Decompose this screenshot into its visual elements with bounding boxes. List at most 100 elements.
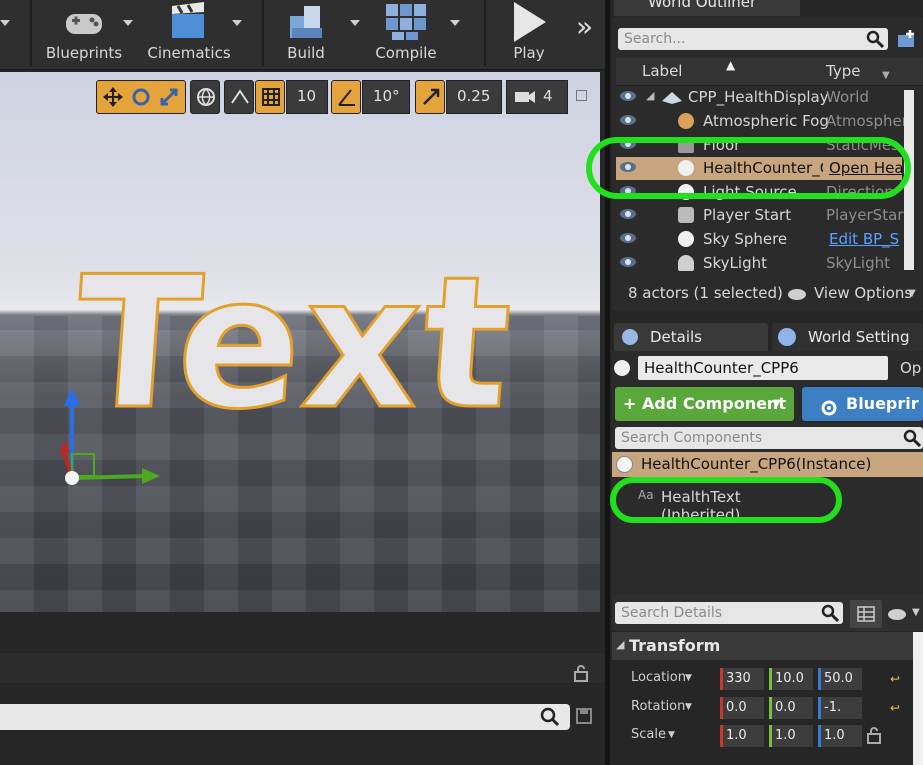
- blueprints-button[interactable]: Blueprints: [42, 0, 126, 70]
- visibility-eye-icon[interactable]: [620, 115, 636, 125]
- dropdown-arrow-icon[interactable]: [0, 20, 10, 26]
- play-button[interactable]: Play: [496, 0, 562, 70]
- compile-button[interactable]: Compile: [368, 0, 444, 70]
- rotation-z-field[interactable]: -1.: [818, 697, 862, 719]
- blueprint-button[interactable]: Blueprir: [802, 387, 923, 421]
- label-column-header[interactable]: Label: [642, 62, 682, 80]
- tab-world-outliner[interactable]: World Outliner: [614, 0, 800, 16]
- world-settings-icon: [778, 328, 796, 346]
- surface-snap-button[interactable]: [224, 80, 254, 114]
- scale-z-field[interactable]: 1.0: [818, 725, 862, 747]
- build-dropdown-icon[interactable]: [350, 20, 360, 26]
- scale-snap-toggle[interactable]: [415, 80, 445, 114]
- chevron-down-icon[interactable]: ▼: [685, 702, 692, 712]
- player-start-icon: [678, 207, 694, 223]
- cinematics-button[interactable]: Cinematics: [146, 0, 232, 70]
- chevron-down-icon[interactable]: ▼: [668, 730, 675, 740]
- content-search-input[interactable]: [0, 704, 570, 730]
- outliner-row[interactable]: Atmospheric Fog Atmospher: [616, 110, 908, 133]
- cinematics-dropdown-icon[interactable]: [232, 20, 242, 26]
- location-label[interactable]: Location: [631, 670, 686, 685]
- outliner-row[interactable]: Player Start PlayerStart: [616, 204, 909, 227]
- component-instance-label: HealthCounter_CPP6(Instance): [641, 455, 872, 473]
- rotate-tool-icon[interactable]: [131, 87, 151, 107]
- outliner-row[interactable]: ◢ CPP_HealthDisplay World: [616, 86, 902, 109]
- visibility-eye-icon[interactable]: [620, 233, 636, 243]
- eye-icon: [888, 609, 906, 620]
- reset-rotation-icon[interactable]: ↩: [890, 701, 900, 715]
- transform-tools-group: [96, 80, 186, 114]
- compile-dropdown-icon[interactable]: [450, 20, 460, 26]
- maximize-viewport-icon[interactable]: [576, 90, 587, 101]
- more-toolbar-button[interactable]: »: [576, 10, 593, 43]
- camera-speed-dropdown[interactable]: 4: [506, 80, 568, 114]
- scale-tool-icon[interactable]: [159, 87, 179, 107]
- level-viewport[interactable]: 10 10° 0.25 4 Text: [0, 72, 600, 612]
- location-x-field[interactable]: 330: [720, 668, 764, 690]
- skylight-icon: [678, 255, 694, 271]
- scale-y-field[interactable]: 1.0: [769, 725, 813, 747]
- blueprints-dropdown-icon[interactable]: [123, 20, 133, 26]
- location-y-field[interactable]: 10.0: [769, 668, 813, 690]
- table-icon: [857, 606, 875, 622]
- details-scrollbar[interactable]: [913, 632, 923, 765]
- atmospheric-fog-icon: [678, 113, 694, 129]
- lock-scale-icon[interactable]: [866, 726, 882, 744]
- outliner-row-type: World: [826, 88, 869, 106]
- reset-location-icon[interactable]: ↩: [890, 672, 900, 686]
- outliner-search-input[interactable]: Search...: [618, 28, 888, 50]
- edit-blueprint-link[interactable]: Edit BP_S: [829, 230, 899, 248]
- transform-gizmo[interactable]: [56, 382, 166, 492]
- expand-arrow-icon[interactable]: ◢: [646, 89, 654, 102]
- outliner-row-name: SkyLight: [703, 254, 767, 272]
- sky-sphere-icon: [678, 231, 694, 247]
- outliner-row-type: Atmospher: [826, 112, 908, 130]
- search-details-input[interactable]: Search Details: [615, 602, 843, 624]
- component-instance-row[interactable]: HealthCounter_CPP6(Instance): [612, 452, 923, 477]
- outliner-row-type: SkyLight: [826, 254, 890, 272]
- blueprint-button-label: Blueprir: [846, 394, 919, 413]
- scale-x-field[interactable]: 1.0: [720, 725, 764, 747]
- chevron-down-icon: ▼: [908, 288, 916, 299]
- rotation-label[interactable]: Rotation: [631, 699, 685, 714]
- scale-snap-dropdown[interactable]: 0.25: [446, 80, 502, 114]
- add-folder-icon[interactable]: [896, 28, 918, 50]
- open-blueprint-button[interactable]: Op: [900, 359, 921, 377]
- rotation-y-field[interactable]: 0.0: [769, 697, 813, 719]
- save-icon[interactable]: [576, 708, 592, 724]
- location-z-field[interactable]: 50.0: [818, 668, 862, 690]
- add-component-button[interactable]: + Add Component ▼: [615, 387, 794, 421]
- visibility-eye-icon[interactable]: [620, 209, 636, 219]
- rotation-snap-dropdown[interactable]: 10°: [362, 80, 410, 114]
- rotation-x-field[interactable]: 0.0: [720, 697, 764, 719]
- world-outliner-title: World Outliner: [648, 0, 757, 11]
- chevron-down-icon[interactable]: ▼: [685, 673, 692, 683]
- tab-world-settings[interactable]: World Setting: [772, 323, 923, 351]
- tab-details[interactable]: Details: [614, 323, 768, 351]
- rotation-snap-toggle[interactable]: [331, 80, 361, 114]
- play-label: Play: [513, 44, 545, 62]
- property-matrix-button[interactable]: [850, 600, 882, 628]
- actor-name-field[interactable]: HealthCounter_CPP6: [638, 356, 888, 380]
- translate-tool-icon[interactable]: [103, 87, 123, 107]
- scale-label[interactable]: Scale: [631, 727, 666, 742]
- view-options-button[interactable]: View Options ▼: [788, 284, 920, 304]
- build-button[interactable]: Build: [272, 0, 340, 70]
- type-column-header[interactable]: Type: [826, 62, 860, 80]
- outliner-row[interactable]: SkyLight SkyLight: [616, 252, 902, 275]
- blueprints-label: Blueprints: [45, 44, 123, 62]
- type-dropdown-icon[interactable]: ▼: [882, 70, 890, 81]
- build-blocks-icon: [290, 6, 322, 38]
- grid-size-dropdown[interactable]: 10: [286, 80, 328, 114]
- lock-icon[interactable]: [572, 664, 590, 682]
- visibility-eye-icon[interactable]: [620, 257, 636, 267]
- outliner-row[interactable]: Sky Sphere Edit BP_S: [616, 228, 902, 251]
- search-components-input[interactable]: Search Components: [615, 427, 923, 449]
- transform-category-header[interactable]: ◢ Transform: [612, 632, 913, 660]
- world-local-toggle[interactable]: [190, 80, 220, 114]
- details-view-options[interactable]: ▼: [886, 606, 923, 624]
- visibility-eye-icon[interactable]: [620, 91, 636, 101]
- camera-icon: [515, 91, 535, 103]
- grid-snap-toggle[interactable]: [255, 80, 285, 114]
- camera-speed-value: 4: [543, 87, 553, 105]
